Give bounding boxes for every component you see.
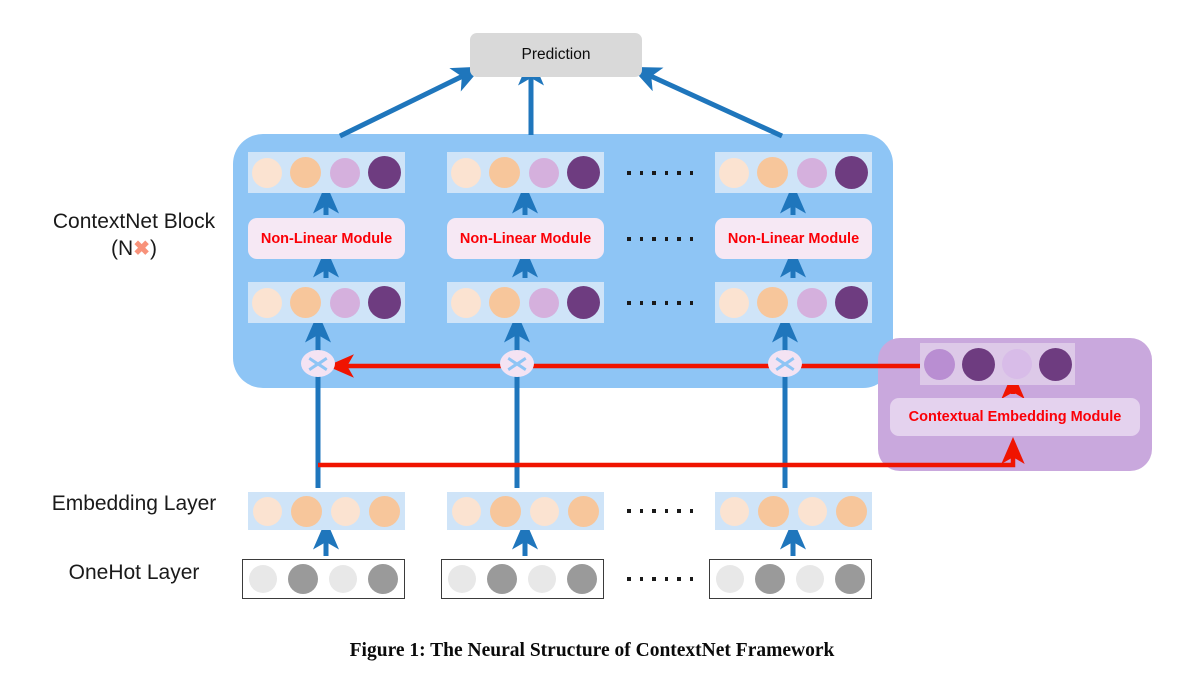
vector-dot — [367, 156, 401, 189]
multiply-icon: ✖ — [133, 238, 150, 260]
non-linear-module-2[interactable]: Non-Linear Module — [447, 218, 604, 259]
embedding-vector-2 — [447, 492, 604, 530]
ellipsis-module-row — [627, 237, 693, 241]
vector-dot — [290, 287, 322, 318]
contextnet-output-vector-1 — [248, 152, 405, 193]
ellipsis-onehot-row — [627, 577, 693, 581]
vector-dot — [451, 287, 482, 318]
vector-dot — [329, 157, 360, 188]
vector-dot — [329, 565, 358, 593]
vector-dot — [836, 495, 868, 527]
vector-dot — [528, 157, 559, 188]
vector-dot — [368, 564, 399, 594]
vector-dot — [796, 157, 827, 188]
vector-dot — [331, 496, 361, 526]
vector-dot — [719, 287, 750, 318]
prediction-label: Prediction — [521, 46, 591, 63]
vector-dot — [489, 495, 521, 527]
vector-dot — [528, 287, 559, 318]
contextnet-input-vector-1 — [248, 282, 405, 323]
vector-dot — [367, 286, 401, 319]
vector-dot — [248, 565, 277, 593]
non-linear-module-label: Non-Linear Module — [459, 230, 592, 247]
vector-dot — [1001, 349, 1032, 379]
cross-icon — [507, 356, 527, 371]
non-linear-module-3[interactable]: Non-Linear Module — [715, 218, 872, 259]
vector-dot — [489, 157, 521, 188]
embedding-vector-3 — [715, 492, 872, 530]
vector-dot — [798, 496, 828, 526]
figure-contextnet-framework: Prediction ContextNet Block (N✖) Embeddi… — [0, 0, 1184, 688]
label-onehot-layer: OneHot Layer — [68, 561, 200, 584]
vector-dot — [252, 157, 283, 188]
vector-dot — [290, 157, 322, 188]
vector-dot — [486, 564, 517, 594]
contextual-embedding-vector — [920, 343, 1075, 385]
cross-icon — [308, 356, 328, 371]
vector-dot — [796, 565, 825, 593]
ellipsis-embedding-row — [627, 509, 693, 513]
vector-dot — [252, 496, 282, 526]
vector-dot — [567, 564, 598, 594]
vector-dot — [252, 287, 283, 318]
contextnet-output-vector-3 — [715, 152, 872, 193]
embedding-vector-1 — [248, 492, 405, 530]
merge-node-2[interactable] — [500, 350, 534, 377]
vector-dot — [489, 287, 521, 318]
repeat-prefix: (N — [111, 237, 134, 260]
contextnet-output-vector-2 — [447, 152, 604, 193]
onehot-vector-2 — [441, 559, 604, 599]
vector-dot — [530, 496, 560, 526]
contextnet-block-label-text: ContextNet Block — [52, 210, 216, 233]
ellipsis-output-row — [627, 171, 693, 175]
vector-dot — [715, 565, 744, 593]
merge-node-1[interactable] — [301, 350, 335, 377]
vector-dot — [287, 564, 318, 594]
contextnet-block-repeat-count: (N✖) — [38, 236, 230, 261]
vector-dot — [451, 157, 482, 188]
ellipsis-input-row — [627, 301, 693, 305]
label-contextnet-block: ContextNet Block (N✖) — [38, 210, 230, 261]
figure-caption: Figure 1: The Neural Structure of Contex… — [349, 640, 835, 661]
vector-dot — [834, 286, 868, 319]
vector-dot — [754, 564, 785, 594]
vector-dot — [757, 495, 789, 527]
cross-icon — [775, 356, 795, 371]
arrows-onehot-to-embedding — [313, 519, 806, 556]
vector-dot — [757, 287, 789, 318]
vector-dot — [369, 495, 401, 527]
vector-dot — [719, 157, 750, 188]
contextual-embedding-module-label: Contextual Embedding Module — [908, 409, 1122, 425]
onehot-vector-3 — [709, 559, 872, 599]
vector-dot — [757, 157, 789, 188]
non-linear-module-label: Non-Linear Module — [727, 230, 860, 247]
merge-node-3[interactable] — [768, 350, 802, 377]
onehot-vector-1 — [242, 559, 405, 599]
label-embedding-layer: Embedding Layer — [51, 492, 217, 515]
vector-dot — [961, 347, 995, 381]
repeat-suffix: ) — [149, 237, 157, 260]
vector-dot — [329, 287, 360, 318]
vector-dot — [835, 564, 866, 594]
vector-dot — [566, 286, 600, 319]
non-linear-module-label: Non-Linear Module — [260, 230, 393, 247]
vector-dot — [528, 565, 557, 593]
contextual-embedding-module[interactable]: Contextual Embedding Module — [890, 398, 1140, 436]
contextnet-input-vector-3 — [715, 282, 872, 323]
vector-dot — [834, 156, 868, 189]
vector-dot — [568, 495, 600, 527]
vector-dot — [447, 565, 476, 593]
non-linear-module-1[interactable]: Non-Linear Module — [248, 218, 405, 259]
vector-dot — [451, 496, 481, 526]
arrows-to-prediction — [338, 55, 784, 139]
contextnet-input-vector-2 — [447, 282, 604, 323]
vector-dot — [923, 348, 955, 380]
vector-dot — [290, 495, 322, 527]
vector-dot — [566, 156, 600, 189]
vector-dot — [796, 287, 827, 318]
prediction-box[interactable]: Prediction — [470, 33, 642, 77]
vector-dot — [1038, 347, 1072, 381]
vector-dot — [719, 496, 749, 526]
